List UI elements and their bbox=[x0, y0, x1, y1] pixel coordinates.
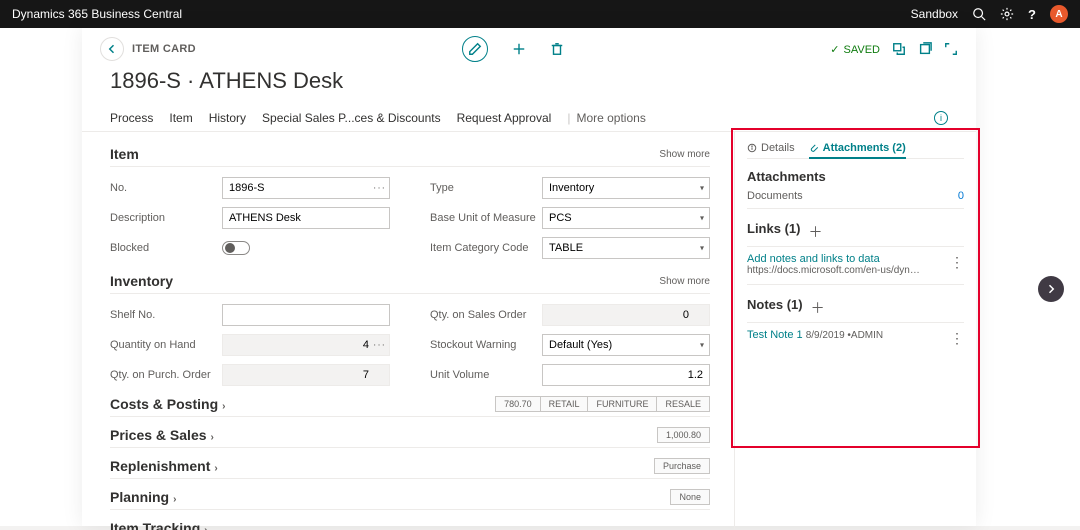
show-more-item[interactable]: Show more bbox=[659, 149, 710, 160]
link-item[interactable]: Add notes and links to data https://docs… bbox=[747, 253, 964, 285]
chip: RESALE bbox=[657, 396, 710, 412]
value-qoh[interactable] bbox=[222, 334, 390, 356]
label-type: Type bbox=[430, 182, 542, 194]
chip: 780.70 bbox=[495, 396, 541, 412]
input-shelf[interactable] bbox=[222, 304, 390, 326]
action-history[interactable]: History bbox=[209, 111, 246, 125]
label-qpo: Qty. on Purch. Order bbox=[110, 369, 222, 381]
label-description: Description bbox=[110, 212, 222, 224]
section-item: Item Show more No. ··· Type ▾ Descriptio… bbox=[110, 132, 710, 259]
more-icon[interactable]: ⋮ bbox=[950, 255, 964, 269]
environment-badge: Sandbox bbox=[911, 7, 958, 21]
select-type[interactable] bbox=[542, 177, 710, 199]
chevron-right-icon: › bbox=[222, 401, 225, 412]
value-qso bbox=[542, 304, 710, 326]
input-vol[interactable] bbox=[542, 364, 710, 386]
select-category[interactable] bbox=[542, 237, 710, 259]
action-process[interactable]: Process bbox=[110, 111, 153, 125]
show-more-inventory[interactable]: Show more bbox=[659, 276, 710, 287]
more-icon[interactable]: ⋮ bbox=[950, 331, 964, 345]
select-uom[interactable] bbox=[542, 207, 710, 229]
saved-indicator: SAVED bbox=[830, 43, 880, 56]
notes-heading: Notes (1) bbox=[747, 297, 803, 312]
lookup-icon[interactable]: ··· bbox=[373, 183, 386, 194]
section-item-tracking[interactable]: Item Tracking› bbox=[110, 510, 710, 530]
chevron-right-icon: › bbox=[211, 432, 214, 443]
attachments-heading: Attachments bbox=[747, 169, 964, 184]
lookup-icon[interactable]: ··· bbox=[373, 340, 386, 351]
add-note-button[interactable]: ＋ bbox=[811, 298, 825, 318]
next-record-button[interactable] bbox=[1038, 276, 1064, 302]
toggle-blocked[interactable] bbox=[222, 241, 250, 255]
section-costs-posting[interactable]: Costs & Posting› 780.70 RETAIL FURNITURE… bbox=[110, 386, 710, 417]
label-qso: Qty. on Sales Order bbox=[430, 309, 542, 321]
delete-icon[interactable] bbox=[550, 42, 564, 56]
chip: FURNITURE bbox=[588, 396, 657, 412]
note-meta: 8/9/2019 •ADMIN bbox=[806, 330, 883, 341]
label-blocked: Blocked bbox=[110, 242, 222, 254]
section-inventory-title[interactable]: Inventory bbox=[110, 273, 173, 289]
tab-attachments[interactable]: Attachments (2) bbox=[809, 142, 906, 159]
avatar[interactable]: A bbox=[1050, 5, 1068, 23]
chevron-right-icon: › bbox=[173, 494, 176, 505]
label-uom: Base Unit of Measure bbox=[430, 212, 542, 224]
search-icon[interactable] bbox=[972, 7, 986, 21]
action-item[interactable]: Item bbox=[169, 111, 192, 125]
breadcrumb: ITEM CARD bbox=[132, 43, 196, 55]
input-description[interactable] bbox=[222, 207, 390, 229]
action-bar: Process Item History Special Sales P...c… bbox=[82, 104, 976, 132]
popout-icon[interactable] bbox=[918, 42, 932, 56]
factbox-pane: Details Attachments (2) Attachments Docu… bbox=[734, 132, 976, 530]
new-icon[interactable] bbox=[512, 42, 526, 56]
documents-count[interactable]: 0 bbox=[958, 190, 964, 202]
tab-details[interactable]: Details bbox=[747, 142, 795, 154]
input-no[interactable] bbox=[222, 177, 390, 199]
section-inventory: Inventory Show more Shelf No. Qty. on Sa… bbox=[110, 259, 710, 386]
label-vol: Unit Volume bbox=[430, 369, 542, 381]
chip: 1,000.80 bbox=[657, 427, 710, 443]
select-stockout[interactable] bbox=[542, 334, 710, 356]
action-special-sales[interactable]: Special Sales P...ces & Discounts bbox=[262, 111, 441, 125]
note-item[interactable]: Test Note 1 8/9/2019 •ADMIN ⋮ bbox=[747, 329, 964, 341]
label-qoh: Quantity on Hand bbox=[110, 339, 222, 351]
back-button[interactable] bbox=[100, 37, 124, 61]
action-request-approval[interactable]: Request Approval bbox=[457, 111, 552, 125]
label-no: No. bbox=[110, 182, 222, 194]
links-heading: Links (1) bbox=[747, 221, 800, 236]
edit-button[interactable] bbox=[462, 36, 488, 62]
chevron-right-icon: › bbox=[214, 463, 217, 474]
value-qpo bbox=[222, 364, 390, 386]
more-options[interactable]: More options bbox=[576, 111, 645, 125]
expand-icon[interactable] bbox=[944, 42, 958, 56]
gear-icon[interactable] bbox=[1000, 7, 1014, 21]
info-icon[interactable]: i bbox=[934, 111, 948, 125]
chip: RETAIL bbox=[541, 396, 589, 412]
topbar: Dynamics 365 Business Central Sandbox ? … bbox=[0, 0, 1080, 28]
chip: None bbox=[670, 489, 710, 505]
share-icon[interactable] bbox=[892, 42, 906, 56]
documents-label: Documents bbox=[747, 190, 803, 202]
label-stockout: Stockout Warning bbox=[430, 339, 542, 351]
product-name: Dynamics 365 Business Central bbox=[12, 7, 182, 21]
section-prices-sales[interactable]: Prices & Sales› 1,000.80 bbox=[110, 417, 710, 448]
item-card: ITEM CARD SAVED 1896-S · ATHENS Desk Pro… bbox=[82, 28, 976, 526]
section-planning[interactable]: Planning› None bbox=[110, 479, 710, 510]
chip: Purchase bbox=[654, 458, 710, 474]
note-title: Test Note 1 bbox=[747, 329, 803, 341]
label-shelf: Shelf No. bbox=[110, 309, 222, 321]
link-url: https://docs.microsoft.com/en-us/dyn… bbox=[747, 265, 946, 276]
label-category: Item Category Code bbox=[430, 242, 542, 254]
section-replenishment[interactable]: Replenishment› Purchase bbox=[110, 448, 710, 479]
attachments-section: Attachments Documents 0 bbox=[747, 169, 964, 209]
link-title: Add notes and links to data bbox=[747, 253, 880, 265]
section-item-title[interactable]: Item bbox=[110, 146, 139, 162]
page-title: 1896-S · ATHENS Desk bbox=[82, 66, 976, 104]
links-section: Links (1) ＋ Add notes and links to data … bbox=[747, 221, 964, 285]
help-icon[interactable]: ? bbox=[1028, 7, 1036, 22]
add-link-button[interactable]: ＋ bbox=[808, 222, 822, 242]
notes-section: Notes (1) ＋ Test Note 1 8/9/2019 •ADMIN … bbox=[747, 297, 964, 341]
